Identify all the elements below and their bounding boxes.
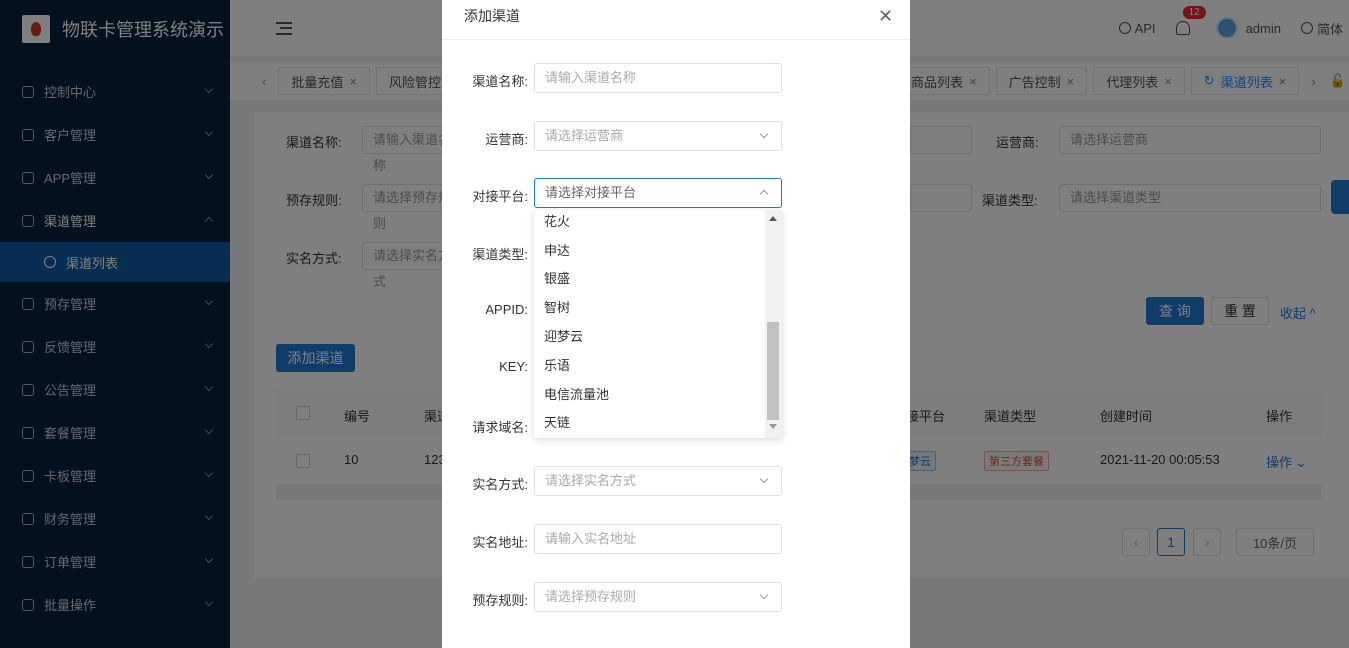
dropdown-scrollbar[interactable] bbox=[765, 210, 782, 438]
field-label-operator: 运营商: bbox=[485, 132, 528, 147]
channel-name-input[interactable]: 请输入渠道名称 bbox=[534, 63, 782, 93]
field-label-prestore: 预存规则: bbox=[472, 593, 528, 608]
dropdown-option[interactable]: 智树 bbox=[544, 297, 570, 316]
platform-dropdown: 花火 申达 银盛 智树 迎梦云 乐语 电信流量池 天链 bbox=[534, 210, 782, 438]
operator-placeholder: 请选择运营商 bbox=[545, 128, 624, 143]
prestore-select[interactable]: 请选择预存规则 bbox=[534, 582, 782, 612]
chevron-down-icon bbox=[759, 129, 769, 139]
field-label-domain: 请求域名: bbox=[472, 420, 528, 435]
prestore-placeholder: 请选择预存规则 bbox=[545, 589, 637, 604]
chevron-up-icon bbox=[759, 189, 769, 199]
realname-select[interactable]: 请选择实名方式 bbox=[534, 466, 782, 496]
modal-title: 添加渠道 bbox=[464, 8, 520, 24]
field-label-key: KEY: bbox=[499, 359, 528, 374]
dropdown-option[interactable]: 迎梦云 bbox=[544, 326, 583, 345]
platform-select[interactable]: 请选择对接平台 bbox=[534, 178, 782, 208]
realname-placeholder: 请选择实名方式 bbox=[545, 473, 637, 488]
dropdown-option[interactable]: 银盛 bbox=[544, 268, 570, 287]
field-label-realname: 实名方式: bbox=[472, 477, 528, 492]
dropdown-option[interactable]: 电信流量池 bbox=[544, 384, 609, 403]
scrollbar-thumb[interactable] bbox=[767, 322, 779, 420]
dropdown-option[interactable]: 花火 bbox=[544, 211, 570, 230]
dropdown-option[interactable]: 乐语 bbox=[544, 355, 570, 374]
close-icon[interactable]: ✕ bbox=[878, 6, 893, 27]
field-label-realname-url: 实名地址: bbox=[472, 535, 528, 550]
field-label-channel-type: 渠道类型: bbox=[472, 247, 528, 262]
operator-select[interactable]: 请选择运营商 bbox=[534, 121, 782, 151]
scroll-down-icon[interactable] bbox=[769, 424, 777, 429]
dropdown-option[interactable]: 天链 bbox=[544, 412, 570, 431]
chevron-down-icon bbox=[759, 474, 769, 484]
field-label-appid: APPID: bbox=[485, 302, 528, 317]
modal-divider bbox=[442, 39, 910, 40]
chevron-down-icon bbox=[759, 590, 769, 600]
field-label-channel-name: 渠道名称: bbox=[472, 74, 528, 89]
platform-placeholder: 请选择对接平台 bbox=[545, 185, 637, 200]
field-label-platform: 对接平台: bbox=[472, 189, 528, 204]
dropdown-option[interactable]: 申达 bbox=[544, 240, 570, 259]
realname-url-input[interactable]: 请输入实名地址 bbox=[534, 524, 782, 554]
scroll-up-icon[interactable] bbox=[769, 216, 777, 221]
